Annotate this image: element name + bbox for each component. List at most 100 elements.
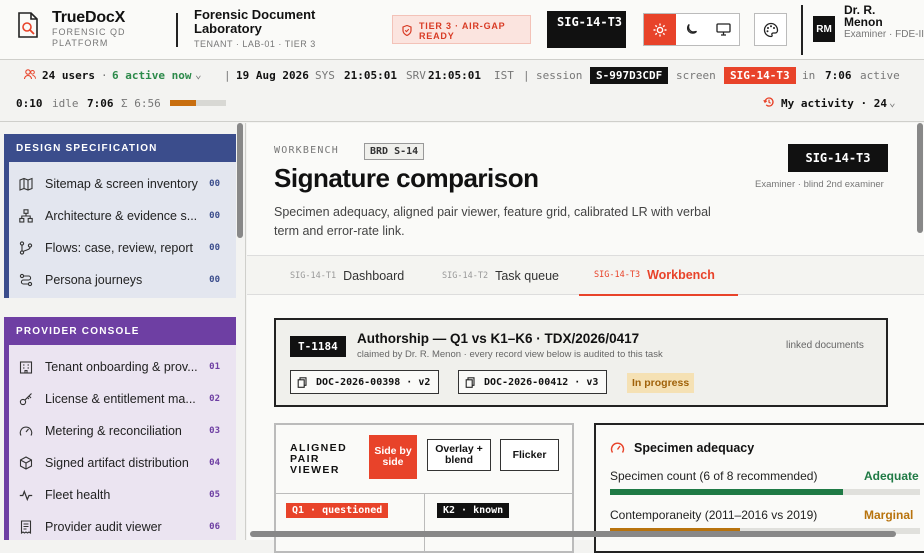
- sidebar-item-label: Persona journeys: [45, 273, 143, 287]
- sidebar-item[interactable]: Metering & reconciliation 03: [18, 416, 228, 446]
- active-time: 0:10: [16, 97, 43, 110]
- flow-icon: [18, 241, 34, 255]
- viewer-title: ALIGNED PAIR VIEWER: [290, 442, 348, 476]
- sidebar-section-header[interactable]: DESIGN SPECIFICATION: [4, 134, 236, 162]
- sidebar-item[interactable]: Fleet health 05: [18, 480, 228, 510]
- side-by-side-button[interactable]: Side by side: [369, 435, 417, 479]
- user-role: Examiner · FDE-II: [844, 29, 924, 40]
- architecture-icon: [18, 209, 34, 223]
- brd-chip: BRD S-14: [364, 143, 425, 160]
- viewer-pane-divider: [424, 493, 425, 553]
- main-content: WORKBENCH BRD S-14 Signature comparison …: [247, 123, 924, 553]
- light-theme-button[interactable]: [644, 14, 676, 45]
- header-divider-2: [801, 5, 803, 55]
- tab-dashboard[interactable]: SIG-14-T1 Dashboard: [290, 256, 404, 296]
- main-scrollbar[interactable]: [917, 123, 923, 233]
- map-icon: [18, 177, 34, 191]
- adequacy-status: Adequate: [864, 469, 919, 483]
- sidebar-item[interactable]: Sitemap & screen inventory 00: [18, 169, 228, 199]
- srv-label: SRV: [406, 69, 426, 82]
- gauge-icon: [18, 424, 34, 438]
- sidebar-item-label: Sitemap & screen inventory: [45, 177, 198, 191]
- sidebar-scrollbar[interactable]: [237, 123, 243, 238]
- sidebar-item-number: 00: [209, 211, 220, 221]
- history-icon: [763, 96, 775, 111]
- examiner-note: Examiner · blind 2nd examiner: [755, 179, 884, 190]
- brand-subtitle: FORENSIC QD PLATFORM: [52, 27, 126, 48]
- in-label: in: [802, 69, 816, 82]
- key-icon: [18, 392, 34, 406]
- theme-switcher: [643, 13, 740, 46]
- link-icon: [465, 376, 476, 388]
- sidebar-section-header[interactable]: PROVIDER CONSOLE: [4, 317, 236, 345]
- users-icon: [23, 69, 36, 83]
- active-now[interactable]: 6 active now: [112, 69, 191, 82]
- workbench-label: WORKBENCH: [274, 145, 339, 156]
- sidebar-item-number: 00: [209, 179, 220, 189]
- sidebar-item-label: License & entitlement ma...: [45, 392, 196, 406]
- screen-chip: SIG-14-T3: [547, 11, 626, 48]
- pulse-icon: [18, 488, 34, 502]
- sidebar-item[interactable]: Persona journeys 00: [18, 265, 228, 295]
- brand-name: TrueDocX: [52, 9, 126, 26]
- status-badge: In progress: [627, 373, 695, 393]
- gauge-icon: [610, 441, 625, 461]
- idle-time: 7:06: [87, 97, 114, 110]
- sidebar-item-number: 03: [209, 426, 220, 436]
- doc-chip[interactable]: DOC-2026-00412 · v3: [458, 370, 608, 394]
- sidebar-item[interactable]: Tenant onboarding & prov... 01: [18, 352, 228, 382]
- dark-theme-button[interactable]: [676, 14, 708, 45]
- idle-progress: [170, 100, 226, 106]
- sidebar-item-number: 00: [209, 243, 220, 253]
- horizontal-scrollbar[interactable]: [250, 531, 896, 537]
- overlay-blend-button[interactable]: Overlay + blend: [427, 439, 491, 471]
- chevron-down-icon[interactable]: ⌄: [889, 96, 896, 109]
- monitor-icon: [716, 23, 731, 36]
- users-count[interactable]: 24 users: [42, 69, 95, 82]
- sidebar-section-rail: [4, 162, 9, 298]
- in-time: 7:06: [825, 69, 852, 82]
- task-card: T-1184 Authorship — Q1 vs K1–K6 · TDX/20…: [274, 318, 888, 407]
- journey-icon: [18, 273, 34, 287]
- sidebar-section-rail: [4, 345, 9, 540]
- idle-progress-fill: [170, 100, 197, 106]
- sidebar-item-label: Signed artifact distribution: [45, 456, 189, 470]
- sidebar-item-label: Metering & reconciliation: [45, 424, 182, 438]
- sidebar-item[interactable]: License & entitlement ma... 02: [18, 384, 228, 414]
- sidebar-item-label: Flows: case, review, report: [45, 241, 193, 255]
- my-activity-button[interactable]: My activity · 24: [781, 97, 887, 110]
- palette-button[interactable]: [754, 13, 787, 46]
- chevron-down-icon[interactable]: ⌄: [195, 68, 202, 81]
- adequacy-bar-fill: [610, 489, 843, 495]
- tab-task-queue[interactable]: SIG-14-T2 Task queue: [442, 256, 559, 296]
- sidebar-item[interactable]: Flows: case, review, report 00: [18, 233, 228, 263]
- task-subtitle: claimed by Dr. R. Menon · every record v…: [357, 349, 663, 360]
- sidebar-item-number: 00: [209, 275, 220, 285]
- page-title: Signature comparison: [274, 163, 539, 193]
- sidebar-item[interactable]: Signed artifact distribution 04: [18, 448, 228, 478]
- flicker-button[interactable]: Flicker: [500, 439, 559, 471]
- building-icon: [18, 360, 34, 374]
- avatar[interactable]: RM: [813, 16, 835, 42]
- screen-label: screen: [676, 69, 716, 82]
- questioned-chip: Q1 · questioned: [286, 503, 389, 518]
- sum-time: Σ 6:56: [121, 97, 161, 110]
- tab-workbench[interactable]: SIG-14-T3 Workbench: [579, 256, 738, 296]
- package-icon: [18, 456, 34, 470]
- sys-label: SYS: [315, 69, 335, 82]
- adequacy-row-label: Contemporaneity (2011–2016 vs 2019): [610, 508, 818, 522]
- sun-icon: [653, 23, 667, 36]
- header-divider: [176, 13, 178, 47]
- sidebar-item[interactable]: Architecture & evidence s... 00: [18, 201, 228, 231]
- lab-subtitle: TENANT · LAB-01 · TIER 3: [194, 39, 316, 49]
- doc-chip[interactable]: DOC-2026-00398 · v2: [290, 370, 440, 394]
- sidebar-item-number: 01: [209, 362, 220, 372]
- link-icon: [297, 376, 308, 388]
- sidebar-item-number: 02: [209, 394, 220, 404]
- sidebar-item-label: Provider audit viewer: [45, 520, 162, 534]
- screen-chip-main: SIG-14-T3: [788, 144, 888, 172]
- system-theme-button[interactable]: [707, 14, 739, 45]
- receipt-icon: [18, 520, 34, 534]
- sidebar-item[interactable]: Provider audit viewer 06: [18, 512, 228, 542]
- sidebar-item-label: Fleet health: [45, 488, 111, 502]
